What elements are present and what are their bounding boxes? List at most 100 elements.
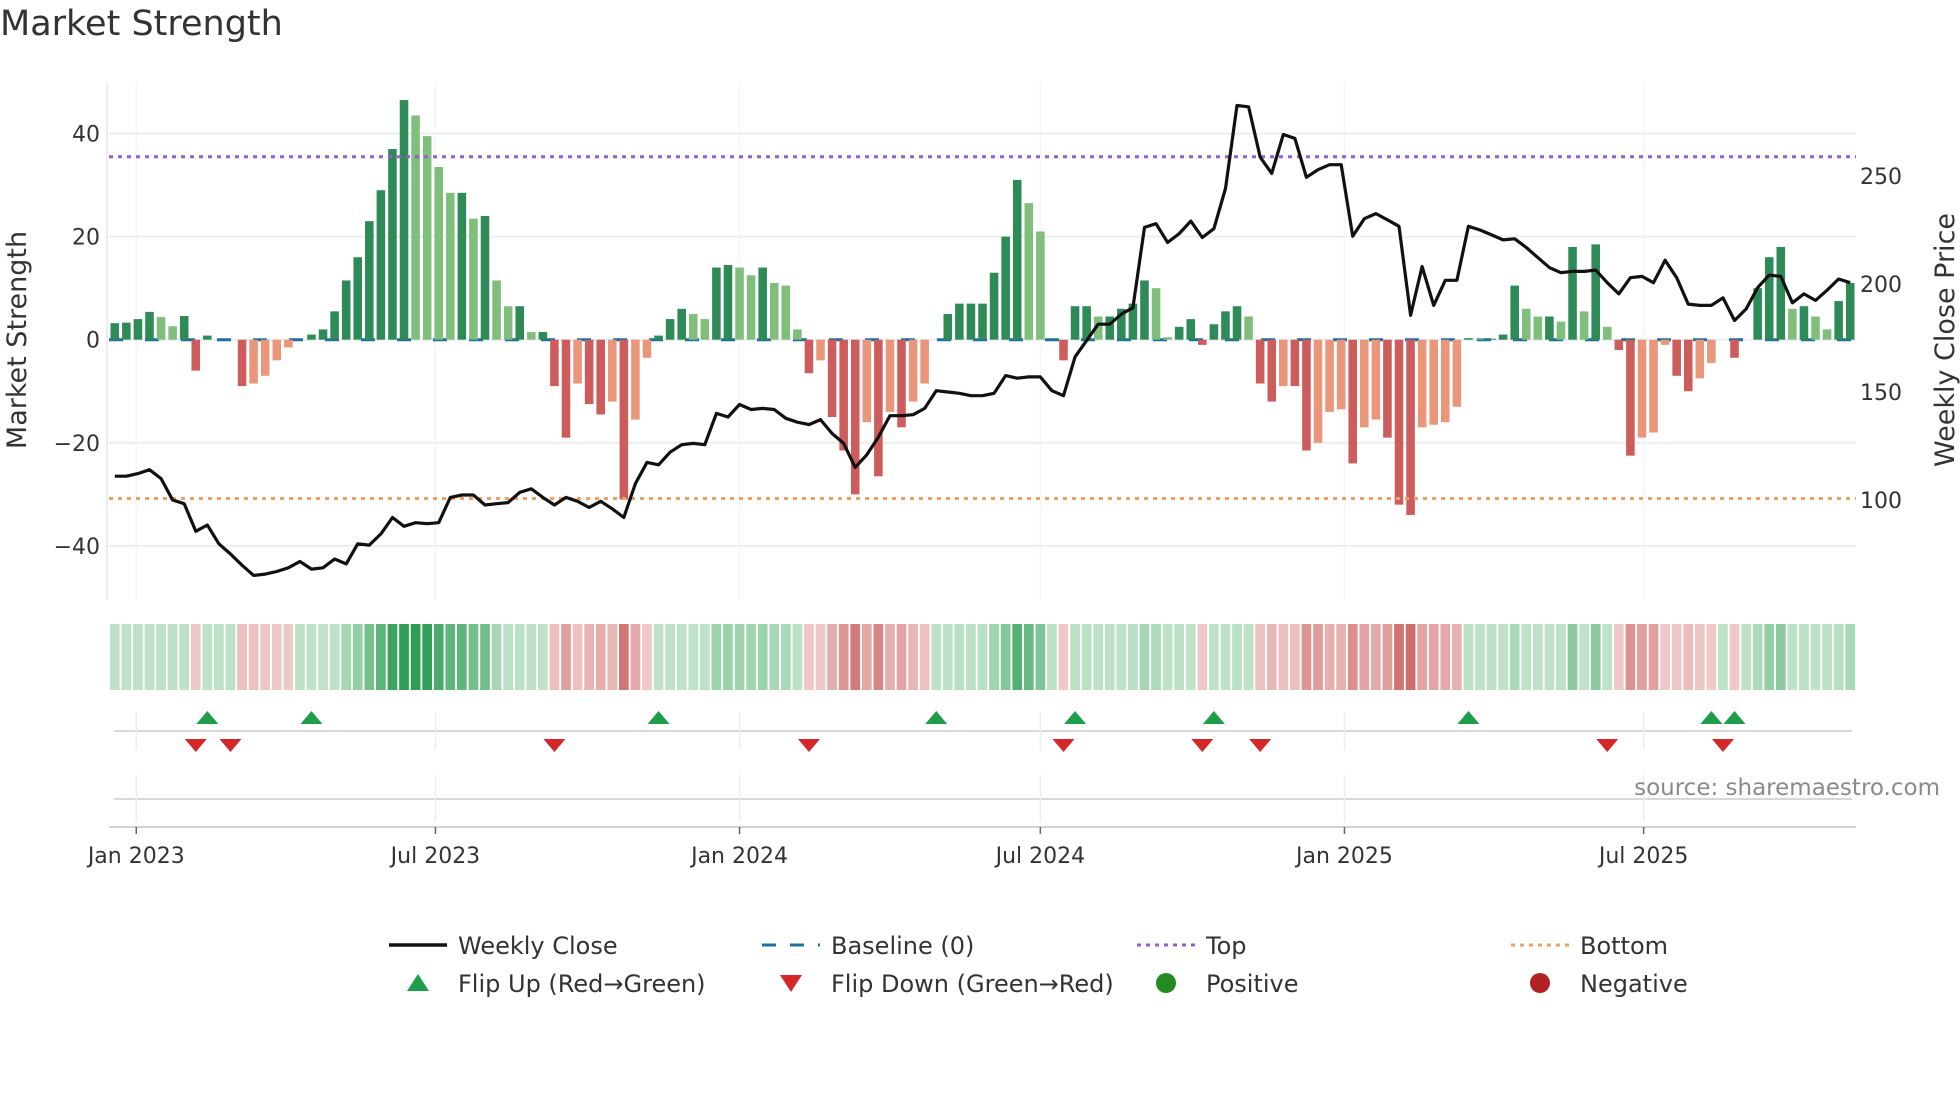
strength-heat-cell [1683, 624, 1694, 690]
strength-heat-cell [1347, 624, 1358, 690]
strength-bar [341, 280, 351, 340]
strength-heat-cell [422, 624, 433, 690]
flip-down-marker [1052, 739, 1075, 752]
strength-heat-cell [595, 624, 606, 690]
legend-label: Flip Down (Green→Red) [831, 970, 1114, 998]
strength-bar [793, 329, 802, 340]
flip-down-marker [219, 739, 242, 752]
strength-bar [1024, 203, 1034, 340]
strength-bar [1764, 257, 1774, 340]
strength-heat-cell [1822, 624, 1832, 690]
strength-bar [1186, 319, 1196, 340]
strength-heat-cell [156, 624, 166, 690]
strength-heat-cell [769, 624, 780, 690]
strength-heat-cell [873, 624, 884, 690]
strength-bar [1012, 179, 1022, 340]
strength-bar [735, 267, 744, 340]
strength-bar [1313, 339, 1323, 443]
flip-up-marker [1457, 711, 1480, 724]
strength-heat-cell [1301, 624, 1312, 690]
strength-heat-cell [1116, 624, 1127, 690]
strength-bar [1672, 339, 1681, 376]
strength-heat-cell [1058, 624, 1069, 690]
strength-bar [1302, 339, 1311, 451]
strength-heat-cell [121, 624, 132, 690]
strength-heat-cell [931, 624, 942, 690]
strength-heat-cell [665, 624, 675, 690]
strength-bar [1834, 301, 1843, 340]
strength-bar [978, 303, 987, 340]
strength-bar [1371, 339, 1381, 420]
strength-bar [619, 339, 629, 500]
strength-bar [665, 319, 675, 340]
legend-label: Positive [1206, 970, 1299, 998]
strength-heat-cell [1579, 624, 1589, 690]
strength-heat-cell [503, 624, 514, 690]
legend-tri-up-icon [407, 974, 429, 991]
strength-bar [1441, 339, 1450, 423]
strength-bar [1232, 306, 1242, 340]
strength-heat-cell [1810, 624, 1821, 690]
flip-up-marker [1064, 711, 1087, 724]
strength-heat-cell [1023, 624, 1034, 690]
y-tick-label: −40 [54, 535, 100, 560]
y2-tick-label: 200 [1860, 273, 1902, 298]
strength-bar [631, 339, 640, 420]
strength-heat-cell [1197, 624, 1208, 690]
strength-bar [145, 311, 154, 340]
x-tick-label: Jan 2025 [1294, 844, 1393, 869]
strength-bar [1788, 308, 1797, 340]
strength-bar [862, 339, 872, 423]
strength-bar [179, 316, 189, 340]
strength-heat-cell [1440, 624, 1451, 690]
strength-heat-cell [1278, 624, 1289, 690]
flip-up-marker [1723, 711, 1746, 724]
strength-bar [1845, 283, 1855, 340]
flip-down-marker [184, 739, 207, 752]
strength-heat-cell [1266, 624, 1277, 690]
strength-bar [365, 221, 374, 340]
strength-bar [1406, 339, 1415, 515]
strength-bar [584, 339, 594, 405]
strength-heat-cell [1139, 624, 1150, 690]
strength-bar [1822, 329, 1832, 340]
strength-heat-cell [838, 624, 849, 690]
strength-heat-cell [190, 624, 201, 690]
strength-bar [561, 339, 571, 438]
strength-bar [1660, 339, 1670, 345]
strength-bar [110, 323, 120, 340]
strength-heat-cell [977, 624, 988, 690]
strength-heat-cell [1336, 624, 1347, 690]
y2-tick-label: 150 [1860, 381, 1902, 406]
y-tick-label: 40 [72, 123, 100, 148]
strength-bar [1336, 339, 1346, 410]
strength-heat-cell [318, 624, 328, 690]
strength-bar [1417, 339, 1427, 428]
strength-heat-cell [1093, 624, 1104, 690]
strength-heat-cell [1405, 624, 1416, 690]
strength-heat-cell [642, 624, 652, 690]
strength-bar [1244, 316, 1253, 340]
strength-heat-cell [1035, 624, 1046, 690]
strength-bar [712, 267, 721, 340]
strength-heat-cell [1532, 624, 1543, 690]
strength-bar [388, 149, 397, 340]
strength-heat-cell [167, 624, 178, 690]
strength-bar [527, 331, 536, 340]
strength-bar [1637, 339, 1647, 438]
strength-heat-cell [376, 624, 386, 690]
strength-bar [1209, 324, 1219, 340]
y2-tick-label: 100 [1860, 489, 1902, 514]
strength-heat-cell [1706, 624, 1717, 690]
strength-heat-cell [1671, 624, 1682, 690]
strength-heat-cell [1694, 624, 1705, 690]
flip-down-marker [1711, 739, 1734, 752]
strength-bar [1267, 339, 1277, 402]
strength-bar [411, 115, 420, 340]
strength-heat-cell [896, 624, 907, 690]
strength-heat-cell [283, 624, 294, 690]
strength-bar [1568, 246, 1577, 340]
strength-bar [1360, 339, 1369, 428]
flip-down-marker [1191, 739, 1214, 752]
strength-heat-cell [260, 624, 271, 690]
